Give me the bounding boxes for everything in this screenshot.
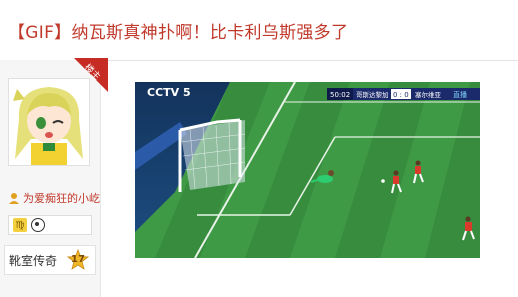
home-team: 哥斯达黎加 (356, 90, 389, 99)
user-badges: ♍ (8, 215, 92, 235)
match-gif[interactable]: CCTV 5 50:02 哥斯达黎加 0 : 0 塞尔维亚 直播 (135, 82, 480, 258)
rank-level: 17 (71, 254, 85, 265)
level-badge-icon: 17 (67, 249, 89, 271)
post-title: 【GIF】纳瓦斯真神扑啊！比卡利乌斯强多了 (8, 23, 349, 43)
soccer-ball-icon (31, 218, 45, 232)
score: 0 : 0 (393, 91, 409, 99)
thread-starter-ribbon: 楼主 (74, 58, 108, 92)
broadcast-tag: 直播 (453, 90, 467, 99)
username-text: 为爱痴狂的小屹 (23, 192, 100, 205)
rank-title: 靴室传奇 (9, 253, 58, 268)
football-match-frame: CCTV 5 50:02 哥斯达黎加 0 : 0 塞尔维亚 直播 (135, 82, 480, 258)
match-time: 50:02 (330, 91, 350, 99)
away-team: 塞尔维亚 (415, 90, 442, 99)
user-icon (9, 193, 19, 204)
virgo-zodiac-icon: ♍ (13, 218, 27, 232)
channel-logo: CCTV 5 (147, 86, 191, 99)
rank-row: 靴室传奇 17 (4, 245, 96, 275)
username-link[interactable]: 为爱痴狂的小屹 (8, 190, 100, 206)
